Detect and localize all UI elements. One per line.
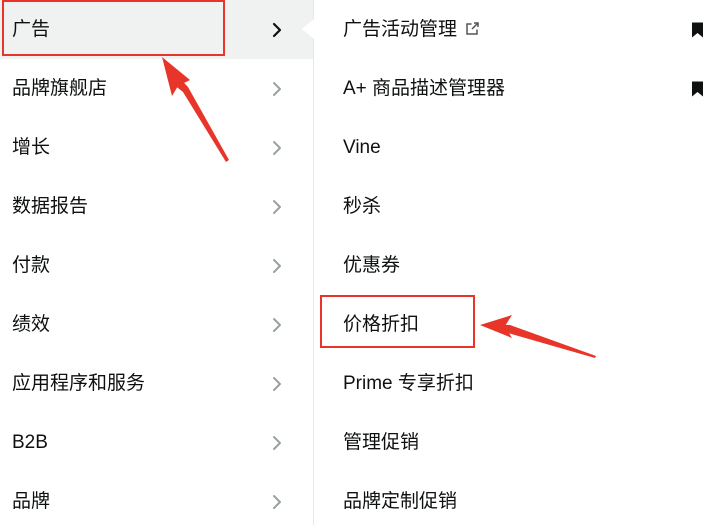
chevron-right-icon: [273, 140, 281, 155]
submenu-item-brand-tailored-promotions[interactable]: 品牌定制促销: [314, 472, 714, 525]
chevron-right-icon: [273, 494, 281, 509]
submenu-item-campaign-manager[interactable]: 广告活动管理: [314, 0, 714, 59]
left-menu-item-label: 付款: [12, 254, 51, 276]
chevron-right-icon: [273, 435, 281, 450]
external-link-icon: [466, 21, 479, 35]
left-menu-item-brand-store[interactable]: 品牌旗舰店: [0, 59, 313, 118]
chevron-right-icon: [273, 258, 281, 273]
chevron-right-icon: [273, 376, 281, 391]
submenu-item-label: 品牌定制促销: [343, 490, 458, 512]
left-menu-item-label: 数据报告: [12, 195, 89, 217]
left-menu-item-label: 绩效: [12, 313, 51, 335]
chevron-right-icon: [272, 22, 282, 37]
left-menu-item-payments[interactable]: 付款: [0, 236, 313, 295]
left-menu-item-label: 应用程序和服务: [12, 372, 146, 394]
bookmark-icon[interactable]: [692, 81, 703, 96]
submenu-item-label: Prime 专享折扣: [343, 372, 474, 394]
submenu-item-vine[interactable]: Vine: [314, 118, 714, 177]
submenu-item-label: 优惠券: [343, 254, 401, 276]
submenu-item-a-plus-manager[interactable]: A+ 商品描述管理器: [314, 59, 714, 118]
left-menu-item-growth[interactable]: 增长: [0, 118, 313, 177]
submenu-item-label: Vine: [343, 136, 381, 158]
left-menu-item-brand[interactable]: 品牌: [0, 472, 313, 525]
submenu-item-label: A+ 商品描述管理器: [343, 77, 506, 99]
left-menu-panel: 广告 品牌旗舰店 增长 数据报告 付款 绩效 应用程序和服务 B2B 品牌: [0, 0, 314, 525]
bookmark-icon[interactable]: [692, 22, 703, 37]
left-menu-item-label: B2B: [12, 431, 48, 453]
left-menu-item-reports[interactable]: 数据报告: [0, 177, 313, 236]
left-menu-item-label: 品牌: [12, 490, 51, 512]
left-menu-item-performance[interactable]: 绩效: [0, 295, 313, 354]
submenu-item-label: 广告活动管理: [343, 19, 480, 41]
navigation-menu: 广告 品牌旗舰店 增长 数据报告 付款 绩效 应用程序和服务 B2B 品牌 广告…: [0, 0, 714, 525]
left-menu-item-label: 品牌旗舰店: [12, 77, 108, 99]
annotation-box-advertising: [2, 0, 225, 56]
submenu-item-lightning-deals[interactable]: 秒杀: [314, 177, 714, 236]
submenu-item-prime-exclusive-discounts[interactable]: Prime 专享折扣: [314, 354, 714, 413]
chevron-right-icon: [273, 317, 281, 332]
submenu-item-coupons[interactable]: 优惠券: [314, 236, 714, 295]
submenu-item-label: 秒杀: [343, 195, 382, 217]
left-menu-item-b2b[interactable]: B2B: [0, 413, 313, 472]
left-menu-item-label: 增长: [12, 136, 51, 158]
chevron-right-icon: [273, 81, 281, 96]
submenu-item-label: 管理促销: [343, 431, 420, 453]
chevron-right-icon: [273, 199, 281, 214]
submenu-item-manage-promotions[interactable]: 管理促销: [314, 413, 714, 472]
submenu-panel: 广告活动管理 A+ 商品描述管理器 Vine 秒杀 优惠券 价格折扣 Prime…: [314, 0, 714, 525]
left-menu-item-apps-services[interactable]: 应用程序和服务: [0, 354, 313, 413]
annotation-box-price-discounts: [320, 295, 475, 348]
submenu-pointer: [302, 19, 314, 39]
